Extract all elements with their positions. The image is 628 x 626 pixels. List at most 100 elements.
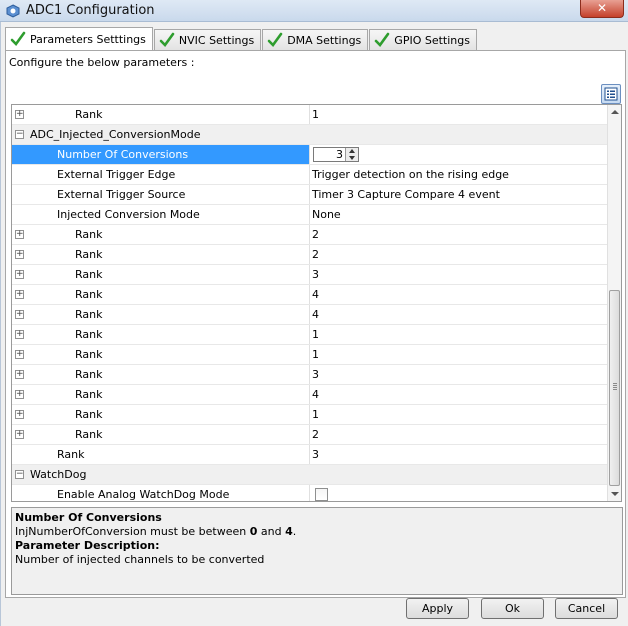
- app-icon: [6, 4, 20, 18]
- grid-row[interactable]: + Rank 1: [12, 405, 608, 425]
- ok-button[interactable]: Ok: [481, 598, 544, 619]
- grid-row[interactable]: Enable Analog WatchDog Mode: [12, 485, 608, 501]
- property-value-cell[interactable]: [309, 485, 608, 501]
- property-name-cell[interactable]: Enable Analog WatchDog Mode: [12, 485, 309, 501]
- close-button[interactable]: ✕: [580, 0, 624, 18]
- property-name-cell[interactable]: External Trigger Edge: [12, 165, 309, 184]
- list-view-toggle-button[interactable]: [601, 84, 621, 104]
- property-value-cell[interactable]: 1: [309, 405, 608, 424]
- apply-button[interactable]: Apply: [406, 598, 469, 619]
- property-value-cell[interactable]: 1: [309, 345, 608, 364]
- grid-row[interactable]: + Rank 1: [12, 345, 608, 365]
- property-name-cell[interactable]: Number Of Conversions: [12, 145, 309, 164]
- expand-icon[interactable]: +: [15, 310, 24, 319]
- property-value-cell[interactable]: 3: [309, 445, 608, 464]
- property-value-cell[interactable]: 4: [309, 285, 608, 304]
- property-name-cell[interactable]: + Rank: [12, 325, 309, 344]
- property-name: Rank: [75, 368, 103, 381]
- property-name-cell[interactable]: Injected Conversion Mode: [12, 205, 309, 224]
- property-value-cell[interactable]: 4: [309, 385, 608, 404]
- tab-strip: Parameters Setttings NVIC Settings DMA S…: [5, 27, 478, 50]
- expand-icon[interactable]: +: [15, 290, 24, 299]
- expand-icon[interactable]: +: [15, 430, 24, 439]
- property-value-cell[interactable]: 1: [309, 325, 608, 344]
- expand-icon[interactable]: +: [15, 350, 24, 359]
- property-value-cell[interactable]: None: [309, 205, 608, 224]
- property-value-cell[interactable]: 2: [309, 245, 608, 264]
- grid-row[interactable]: + Rank 3: [12, 365, 608, 385]
- tab-dma-settings[interactable]: DMA Settings: [262, 29, 369, 50]
- property-value-cell[interactable]: 2: [309, 425, 608, 444]
- grid-group-row[interactable]: − ADC_Injected_ConversionMode: [12, 125, 608, 145]
- property-name-cell[interactable]: − WatchDog: [12, 465, 309, 484]
- scrollbar-thumb[interactable]: [609, 290, 620, 486]
- property-name-cell[interactable]: Rank: [12, 445, 309, 464]
- expand-icon[interactable]: +: [15, 410, 24, 419]
- property-name-cell[interactable]: + Rank: [12, 285, 309, 304]
- property-name-cell[interactable]: + Rank: [12, 245, 309, 264]
- property-value-cell[interactable]: 3: [309, 265, 608, 284]
- grid-row[interactable]: + Rank 2: [12, 245, 608, 265]
- cancel-button[interactable]: Cancel: [555, 598, 618, 619]
- property-value: Timer 3 Capture Compare 4 event: [312, 188, 500, 201]
- property-value-cell[interactable]: 2: [309, 225, 608, 244]
- number-of-conversions-stepper[interactable]: 3: [313, 147, 359, 162]
- grid-row[interactable]: + Rank 2: [12, 225, 608, 245]
- grid-row[interactable]: + Rank 4: [12, 385, 608, 405]
- expand-icon[interactable]: +: [15, 370, 24, 379]
- property-name-cell[interactable]: + Rank: [12, 365, 309, 384]
- property-name-cell[interactable]: External Trigger Source: [12, 185, 309, 204]
- property-value-cell[interactable]: 3: [309, 365, 608, 384]
- property-name-cell[interactable]: + Rank: [12, 265, 309, 284]
- grid-row[interactable]: + Rank 4: [12, 305, 608, 325]
- grid-row[interactable]: + Rank 3: [12, 265, 608, 285]
- property-name-cell[interactable]: + Rank: [12, 385, 309, 404]
- stepper-up-icon[interactable]: [349, 149, 355, 153]
- vertical-scrollbar[interactable]: [607, 105, 621, 501]
- expand-icon[interactable]: +: [15, 270, 24, 279]
- expand-icon[interactable]: +: [15, 390, 24, 399]
- property-value-cell[interactable]: 4: [309, 305, 608, 324]
- grid-row[interactable]: External Trigger Source Timer 3 Capture C…: [12, 185, 608, 205]
- property-name-cell[interactable]: + Rank: [12, 225, 309, 244]
- expand-icon[interactable]: +: [15, 250, 24, 259]
- property-value-cell[interactable]: 1: [309, 105, 608, 124]
- grid-row[interactable]: Number Of Conversions 3: [12, 145, 608, 165]
- grid-row[interactable]: Rank 3: [12, 445, 608, 465]
- grid-row[interactable]: + Rank 1: [12, 105, 608, 125]
- expand-icon[interactable]: +: [15, 110, 24, 119]
- watchdog-mode-checkbox[interactable]: [315, 488, 328, 501]
- tab-gpio-settings[interactable]: GPIO Settings: [369, 29, 477, 50]
- instruction-text: Configure the below parameters :: [9, 56, 195, 69]
- scroll-up-icon[interactable]: [611, 110, 619, 114]
- grid-row[interactable]: External Trigger Edge Trigger detection o…: [12, 165, 608, 185]
- tab-parameters-settings[interactable]: Parameters Setttings: [5, 27, 153, 50]
- property-name-cell[interactable]: + Rank: [12, 105, 309, 124]
- property-value-cell[interactable]: Timer 3 Capture Compare 4 event: [309, 185, 608, 204]
- grid-row[interactable]: + Rank 2: [12, 425, 608, 445]
- window-title: ADC1 Configuration: [26, 3, 155, 18]
- property-value-cell[interactable]: 3: [309, 145, 608, 164]
- grid-row[interactable]: + Rank 1: [12, 325, 608, 345]
- grid-row[interactable]: + Rank 4: [12, 285, 608, 305]
- property-name-cell[interactable]: + Rank: [12, 425, 309, 444]
- scroll-down-icon[interactable]: [611, 492, 619, 496]
- grid-group-row[interactable]: − WatchDog: [12, 465, 608, 485]
- collapse-icon[interactable]: −: [15, 470, 24, 479]
- property-name-cell[interactable]: + Rank: [12, 345, 309, 364]
- property-name-cell[interactable]: + Rank: [12, 405, 309, 424]
- stepper-down-icon[interactable]: [349, 156, 355, 160]
- property-name: Rank: [75, 268, 103, 281]
- stepper-buttons[interactable]: [345, 148, 358, 161]
- tab-nvic-settings[interactable]: NVIC Settings: [153, 29, 262, 50]
- grid-row[interactable]: Injected Conversion Mode None: [12, 205, 608, 225]
- property-value: None: [312, 208, 341, 221]
- expand-icon[interactable]: +: [15, 330, 24, 339]
- collapse-icon[interactable]: −: [15, 130, 24, 139]
- property-value: 2: [312, 228, 319, 241]
- property-name: External Trigger Source: [57, 188, 186, 201]
- property-value-cell[interactable]: Trigger detection on the rising edge: [309, 165, 608, 184]
- property-name-cell[interactable]: + Rank: [12, 305, 309, 324]
- expand-icon[interactable]: +: [15, 230, 24, 239]
- property-name-cell[interactable]: − ADC_Injected_ConversionMode: [12, 125, 309, 144]
